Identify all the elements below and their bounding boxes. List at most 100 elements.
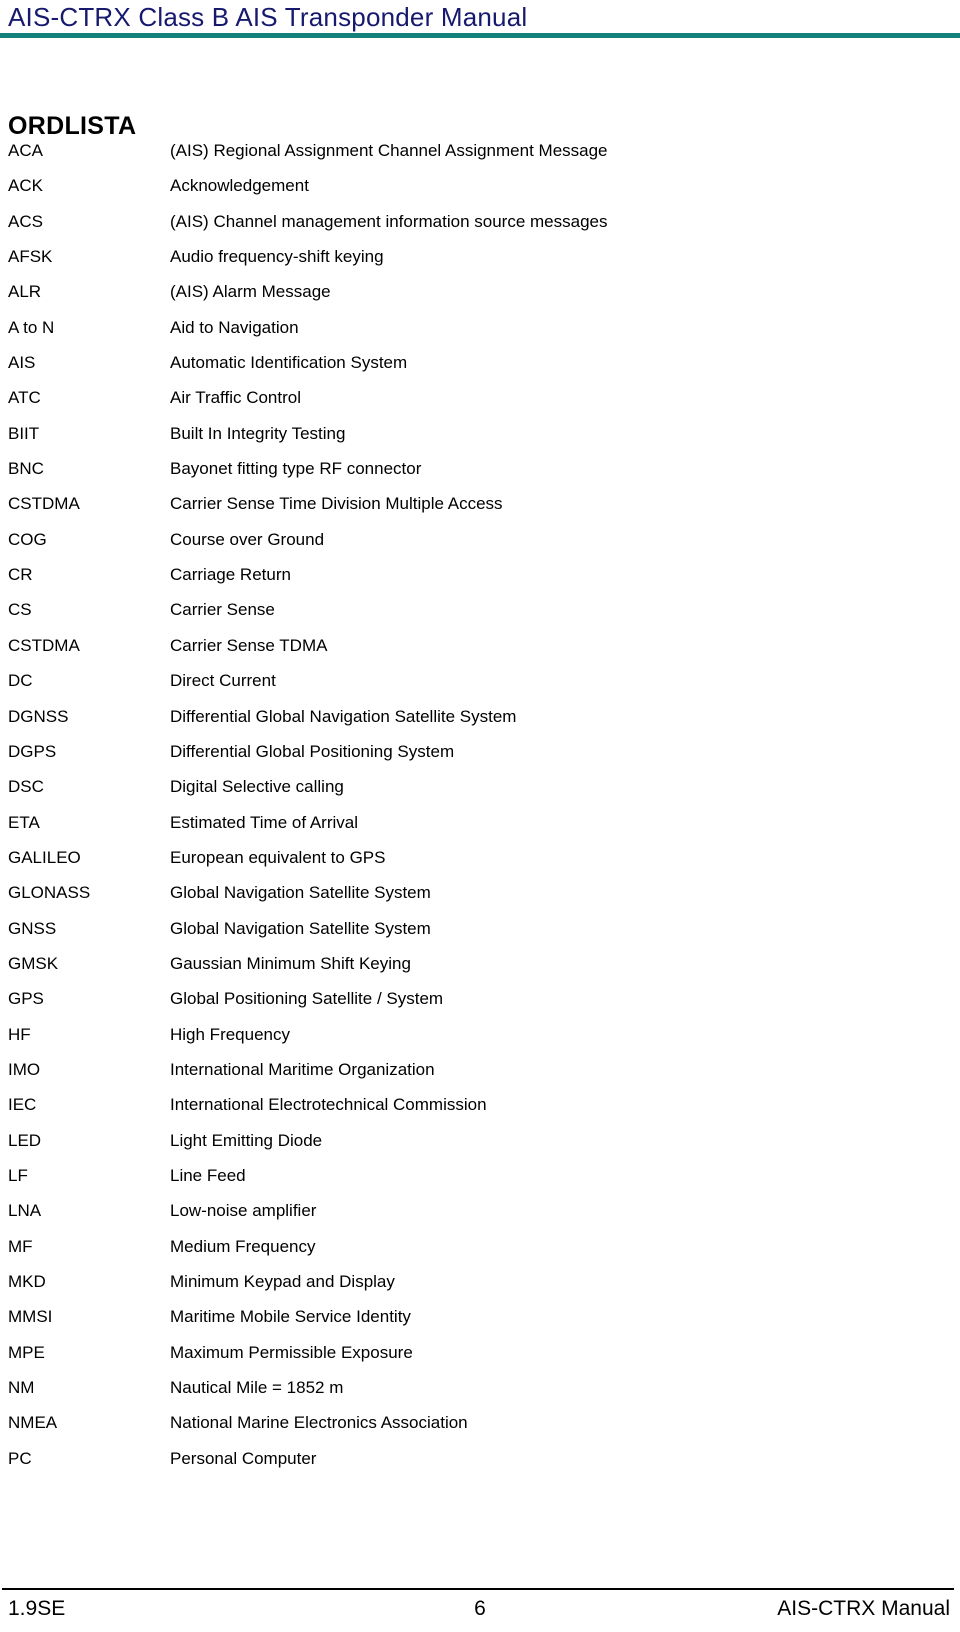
page-title: ORDLISTA [8,111,137,140]
glossary-definition: Personal Computer [170,1448,317,1468]
glossary-term: LNA [8,1201,42,1221]
footer-document-name: AIS-CTRX Manual [777,1597,950,1620]
glossary-definition: (AIS) Channel management information sou… [170,211,608,231]
glossary-term: GPS [8,989,44,1009]
glossary-term: DSC [8,777,44,797]
glossary-row: PC Personal Computer [0,1447,960,1482]
glossary-term: IMO [8,1059,41,1079]
glossary-definition: Carrier Sense TDMA [170,635,328,655]
glossary-term: COG [8,529,47,549]
glossary-term: A to N [8,317,55,337]
glossary-term: AIS [8,353,36,373]
glossary-term: GMSK [8,953,59,973]
glossary-definition: Automatic Identification System [170,353,408,373]
glossary-term: HF [8,1024,31,1044]
glossary-row: LF Line Feed [0,1164,960,1199]
glossary-row: LNA Low-noise amplifier [0,1199,960,1234]
glossary-row: IEC International Electrotechnical Commis… [0,1093,960,1128]
glossary-term: CSTDMA [8,635,80,655]
glossary-term: MKD [8,1272,46,1291]
glossary-definition: Global Navigation Satellite System [170,883,431,903]
glossary-definition: National Marine Electronics Association [170,1413,468,1433]
glossary-definition: Line Feed [170,1165,246,1185]
glossary-term: LED [8,1130,42,1150]
glossary-term: CSTDMA [8,494,80,514]
glossary-term: NM [8,1378,35,1398]
glossary-row: NM Nautical Mile = 1852 m [0,1376,960,1411]
glossary-term: PC [8,1448,32,1468]
glossary-definition: Acknowledgement [170,176,309,196]
glossary-row: HF High Frequency [0,1023,960,1058]
glossary-term: DGPS [8,741,57,761]
glossary-row: DGNSS Differential Global Navigation Sate… [0,705,960,740]
header-divider-rule [0,33,960,38]
glossary-definition: European equivalent to GPS [170,847,386,867]
glossary-definition: Built In Integrity Testing [170,423,346,443]
glossary-row: DSC Digital Selective calling [0,775,960,810]
glossary-definition: Air Traffic Control [170,388,302,408]
glossary-row: ACS (AIS) Channel management information … [0,210,960,245]
glossary-definition: Carriage Return [170,565,291,585]
glossary-row: MPE Maximum Permissible Exposure [0,1341,960,1376]
glossary-definition: Maximum Permissible Exposure [170,1342,413,1362]
glossary-row: CSTDMA Carrier Sense TDMA [0,634,960,669]
glossary-definition: Differential Global Navigation Satellite… [170,706,517,726]
glossary-term: IEC [8,1095,37,1115]
glossary-row: GPS Global Positioning Satellite / System [0,987,960,1022]
glossary-term: GLONASS [8,883,91,903]
glossary-term: DC [8,671,33,691]
glossary-row: LED Light Emitting Diode [0,1129,960,1164]
footer-divider-rule [2,1588,954,1590]
glossary-definition: Light Emitting Diode [170,1130,323,1150]
glossary-definition: International Electrotechnical Commissio… [170,1095,487,1115]
glossary-term: LF [8,1165,28,1185]
glossary-row: ACA (AIS) Regional Assignment Channel Ass… [0,139,960,174]
glossary-term: GNSS [8,918,57,938]
glossary-term: ALR [8,282,42,302]
glossary-term: AFSK [8,247,53,267]
glossary-row: NMEA National Marine Electronics Associat… [0,1411,960,1446]
glossary-definition: Carrier Sense Time Division Multiple Acc… [170,494,503,514]
glossary-definition: (AIS) Alarm Message [170,282,331,302]
glossary-row: BIIT Built In Integrity Testing [0,422,960,457]
glossary-term: MMSI [8,1307,53,1327]
glossary-definition: Audio frequency-shift keying [170,247,384,267]
glossary-row: GMSK Gaussian Minimum Shift Keying [0,952,960,987]
glossary-term: CS [8,600,32,620]
glossary-row: MKD Minimum Keypad and Display [0,1270,960,1305]
glossary-definition: Carrier Sense [170,600,275,620]
glossary-definition: Maritime Mobile Service Identity [170,1307,411,1327]
glossary-row: DGPS Differential Global Positioning Syst… [0,740,960,775]
glossary-term: DGNSS [8,706,69,726]
glossary-term: ACA [8,141,43,160]
glossary-term: GALILEO [8,847,81,867]
glossary-definition: Bayonet fitting type RF connector [170,459,422,479]
glossary-row: GNSS Global Navigation Satellite System [0,917,960,952]
glossary-row: ACK Acknowledgement [0,174,960,209]
glossary-definition: Digital Selective calling [170,777,344,797]
glossary-term: MF [8,1236,33,1256]
glossary-row: COG Course over Ground [0,528,960,563]
glossary-term: CR [8,565,33,585]
glossary-row: CS Carrier Sense [0,598,960,633]
glossary-definition: Differential Global Positioning System [170,741,455,761]
glossary-term: NMEA [8,1413,58,1433]
glossary-term: MPE [8,1342,45,1362]
glossary-term: ACK [8,176,43,196]
glossary-list: ACA (AIS) Regional Assignment Channel Ass… [0,139,960,1482]
glossary-term: ETA [8,812,40,832]
glossary-definition: Direct Current [170,671,276,691]
glossary-row: CR Carriage Return [0,563,960,598]
glossary-row: ETA Estimated Time of Arrival [0,811,960,846]
glossary-definition: Medium Frequency [170,1236,316,1256]
glossary-row: A to N Aid to Navigation [0,316,960,351]
glossary-definition: Low-noise amplifier [170,1201,317,1221]
glossary-row: GLONASS Global Navigation Satellite Syste… [0,881,960,916]
glossary-row: AFSK Audio frequency-shift keying [0,245,960,280]
glossary-row: IMO International Maritime Organization [0,1058,960,1093]
header-title: AIS-CTRX Class B AIS Transponder Manual [8,2,528,32]
glossary-definition: Course over Ground [170,529,325,549]
glossary-row: MMSI Maritime Mobile Service Identity [0,1305,960,1340]
glossary-row: DC Direct Current [0,669,960,704]
glossary-row: GALILEO European equivalent to GPS [0,846,960,881]
